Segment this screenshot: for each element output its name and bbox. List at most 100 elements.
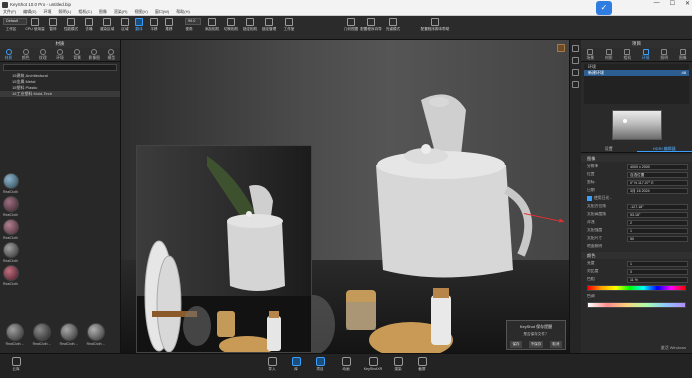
switch-camera-button[interactable]: 切换相机 [222, 18, 240, 31]
save-button[interactable]: 保存 [510, 341, 522, 348]
tab-materials[interactable]: 材质 [0, 48, 17, 61]
fov-input[interactable]: 99.0 [185, 18, 201, 25]
minimize-button[interactable]: — [654, 0, 660, 7]
render-button[interactable]: 渲染 [388, 357, 408, 372]
material-thumb[interactable]: RealCloth ... [3, 323, 27, 346]
material-thumb[interactable]: RealCloth ... [57, 323, 81, 346]
lock-icon [246, 18, 254, 26]
material-swatch [6, 323, 24, 341]
cancel-button[interactable]: 取消 [550, 341, 562, 348]
render-region-button[interactable]: 渲染区域 [98, 18, 116, 31]
settings-icon[interactable] [572, 81, 579, 88]
project-title: 项目 [581, 40, 692, 48]
prop-daylight-checkbox[interactable]: 使用日光... [581, 195, 692, 202]
tab-textures[interactable]: 纹理 [34, 48, 51, 61]
import-button[interactable]: 导入 [262, 357, 282, 372]
workspace-button[interactable]: 工作区 [2, 27, 20, 31]
close-button[interactable]: ✕ [685, 0, 690, 7]
section-color[interactable]: 颜色 [581, 252, 692, 259]
menu-environment[interactable]: 环境 [43, 9, 51, 15]
pause-button[interactable]: 暂停 [44, 18, 62, 31]
material-thumb[interactable] [3, 265, 19, 281]
dolly-button[interactable]: 推移 [160, 18, 178, 31]
tab-settings[interactable]: 设置 [581, 145, 637, 152]
perspective-button[interactable]: 视角 [180, 27, 198, 31]
material-thumb[interactable] [3, 173, 19, 189]
material-thumb[interactable] [3, 242, 19, 258]
section-image[interactable]: 图像 [581, 155, 692, 162]
prop-contrast: 对比度 0 [581, 268, 692, 275]
menu-view[interactable]: 视图(V) [134, 9, 147, 15]
material-thumb[interactable]: RealCloth ... [30, 323, 54, 346]
environment-icon [642, 48, 649, 55]
tab-hdri-editor[interactable]: HDRI 编辑器 [636, 145, 692, 152]
menu-lighting[interactable]: 照明(L) [58, 9, 71, 15]
tab-backplates[interactable]: 背景 [69, 48, 86, 61]
render-viewport[interactable] [121, 40, 569, 353]
hdri-preview[interactable] [611, 110, 662, 140]
denoise-button[interactable]: 去噪 [80, 18, 98, 31]
menu-render[interactable]: 渲染(R) [114, 9, 128, 15]
dialog-buttons: 保存 不保存 取消 [507, 341, 565, 348]
library-title: 材质 [0, 40, 120, 48]
render-mode-icon[interactable] [557, 44, 565, 52]
dolly-icon [165, 18, 173, 26]
library-button[interactable]: 库 [286, 357, 306, 372]
tab-models[interactable]: 模型 [103, 48, 120, 61]
menu-file[interactable]: 文件(F) [3, 9, 16, 15]
preview-render-window[interactable] [136, 145, 312, 353]
tab-camera[interactable]: 相机 [618, 48, 637, 61]
tab-environment[interactable]: 环境 [637, 48, 656, 61]
script-icon [431, 18, 439, 26]
spectral-mode-button[interactable]: 光谱模式 [384, 18, 402, 31]
tree-item-mold-tech[interactable]: 16工业塑料 Mold-Tech [0, 91, 120, 97]
tint-slider[interactable] [587, 302, 686, 308]
tab-environments[interactable]: 环境 [51, 48, 68, 61]
cloud-library-button[interactable]: 云库 [6, 357, 26, 372]
maximize-button[interactable]: ☐ [670, 0, 675, 7]
add-camera-button[interactable]: 添加相机 [203, 18, 221, 31]
configurator-wizard-button[interactable]: 配置程序向导 [360, 18, 382, 31]
pause-icon [49, 18, 57, 26]
keyshotxr-button[interactable]: KeyShotXR [360, 357, 386, 371]
tab-material[interactable]: 材质 [600, 48, 619, 61]
material-thumb[interactable] [3, 219, 19, 235]
performance-mode-button[interactable]: 性能模式 [62, 18, 80, 31]
animation-button[interactable]: 动画 [336, 357, 356, 372]
library-icon[interactable] [572, 57, 579, 64]
material-thumb[interactable]: RealCloth ... [84, 323, 108, 346]
lock-manager-button[interactable]: 锁定管理 [260, 18, 278, 31]
geometry-view-button[interactable]: 几何视图 [342, 18, 360, 31]
workspace-select[interactable]: Default [3, 18, 27, 25]
menu-image[interactable]: 图像 [99, 9, 107, 15]
environment-row-selected[interactable]: 新建环境 48 [584, 70, 689, 76]
project-icon[interactable] [572, 45, 579, 52]
tab-image[interactable]: 图像 [674, 48, 692, 61]
tab-lighting[interactable]: 照明 [655, 48, 674, 61]
menu-camera[interactable]: 相机(C) [78, 9, 92, 15]
configurator-script-button[interactable]: 配置程序脚本帮助 [420, 18, 450, 31]
material-icon [605, 48, 612, 55]
history-icon[interactable] [572, 69, 579, 76]
dont-save-button[interactable]: 不保存 [528, 341, 544, 348]
dialog-message: 是否保存文件？ [523, 332, 549, 336]
performance-icon [67, 18, 75, 26]
lock-camera-button[interactable]: 锁定相机 [241, 18, 259, 31]
menu-help[interactable]: 帮助(H) [176, 9, 190, 15]
tab-favorites[interactable]: 影像图 [86, 48, 103, 61]
material-thumb[interactable] [3, 196, 19, 212]
denoise-icon [85, 18, 93, 26]
screenshot-button[interactable]: 截屏 [412, 357, 432, 372]
studio-button[interactable]: 工作室 [280, 18, 298, 31]
backplate-icon [74, 48, 81, 55]
cloud-badge-icon[interactable]: ✓ [596, 1, 612, 15]
prop-resolution: 分辨率 4000 x 2000 [581, 163, 692, 170]
cpu-usage-button[interactable]: CPU 使用量 [25, 18, 45, 31]
tab-scene[interactable]: 场景 [581, 48, 600, 61]
hue-slider[interactable] [587, 285, 686, 291]
library-search-input[interactable] [3, 64, 117, 71]
menu-window[interactable]: 窗口(W) [155, 9, 169, 15]
tab-colors[interactable]: 颜色 [17, 48, 34, 61]
menu-edit[interactable]: 编辑(E) [23, 9, 36, 15]
project-button[interactable]: 项目 [310, 357, 330, 372]
